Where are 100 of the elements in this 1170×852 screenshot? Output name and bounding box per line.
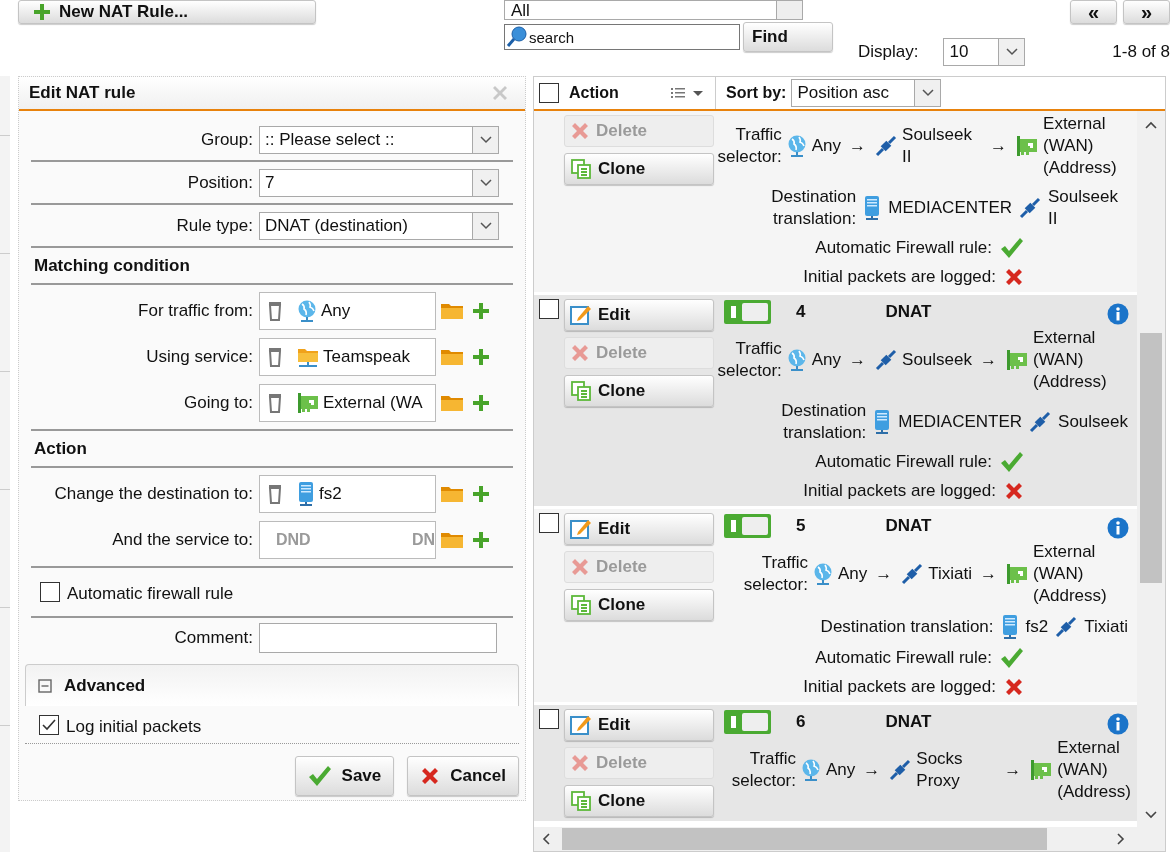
cancel-button[interactable]: Cancel xyxy=(407,756,519,796)
plug-icon xyxy=(1018,196,1042,220)
new-rule-button[interactable]: New NAT Rule... xyxy=(18,0,316,24)
search-icon xyxy=(506,26,528,48)
service-value: Soulseek xyxy=(1058,411,1128,433)
service-value: Tixiati xyxy=(1084,616,1128,638)
globe-icon xyxy=(296,299,318,323)
source-value: Any xyxy=(811,135,842,157)
scroll-down-icon[interactable] xyxy=(1145,811,1157,819)
folder-icon[interactable] xyxy=(440,530,464,550)
arrow-symbol: → xyxy=(863,759,881,781)
trash-icon[interactable] xyxy=(266,392,284,414)
trash-icon[interactable] xyxy=(266,346,284,368)
source-value: Any xyxy=(826,759,856,781)
toggle-switch[interactable] xyxy=(724,710,771,734)
folder-icon[interactable] xyxy=(440,347,464,367)
plus-icon[interactable] xyxy=(472,485,490,503)
cross-icon xyxy=(570,343,590,363)
page-nav-button[interactable]: « xyxy=(1070,0,1117,24)
comment-field[interactable] xyxy=(259,623,497,653)
rule-position: 5 xyxy=(796,515,806,538)
info-icon[interactable] xyxy=(1107,713,1129,735)
network-card-icon xyxy=(1015,134,1040,158)
collapse-icon[interactable] xyxy=(38,678,52,693)
plus-icon[interactable] xyxy=(472,302,490,320)
filter-select[interactable]: All xyxy=(504,0,803,20)
dropdown[interactable]: :: Please select :: xyxy=(259,125,499,154)
host-value: MEDIACENTER xyxy=(888,197,1012,219)
panel-title: Edit NAT rule xyxy=(29,82,136,105)
folder-icon[interactable] xyxy=(440,301,464,321)
dropdown[interactable]: 7 xyxy=(259,168,499,197)
caret-icon xyxy=(479,135,492,144)
info-icon[interactable] xyxy=(1107,303,1129,325)
sort-select[interactable]: Position asc xyxy=(791,79,942,107)
checkbox[interactable] xyxy=(40,582,60,602)
field-label: And the service to: xyxy=(111,529,254,552)
plug-icon xyxy=(1054,615,1079,639)
checkbox-label: Log initial packets xyxy=(66,715,202,738)
scrollbar-thumb[interactable] xyxy=(562,828,1047,850)
clone-button[interactable]: Clone xyxy=(564,375,714,407)
plus-icon[interactable] xyxy=(472,348,490,366)
clone-button[interactable]: Clone xyxy=(564,153,714,185)
clone-button[interactable]: Clone xyxy=(564,589,714,621)
trash-icon[interactable] xyxy=(266,483,284,505)
cross-icon xyxy=(1004,267,1024,287)
destination-value: External (WAN) (Address) xyxy=(1043,113,1118,179)
pager-text: 1-8 of 8 xyxy=(1112,41,1170,64)
find-button[interactable]: Find xyxy=(743,22,833,52)
page-nav-button[interactable]: » xyxy=(1123,0,1170,24)
info-icon[interactable] xyxy=(1107,517,1129,539)
advanced-header[interactable]: Advanced xyxy=(25,664,519,706)
toggle-switch[interactable] xyxy=(724,514,771,538)
field-label: For traffic from: xyxy=(137,300,254,323)
edit-button[interactable]: Edit xyxy=(564,513,714,545)
detail-label: Traffic selector: xyxy=(716,124,782,168)
plus-icon[interactable] xyxy=(472,394,490,412)
folder-icon[interactable] xyxy=(440,393,464,413)
column-label: Action xyxy=(569,83,619,103)
plus-icon[interactable] xyxy=(472,531,490,549)
row-checkbox[interactable] xyxy=(539,513,559,533)
plus-icon xyxy=(33,3,51,21)
clone-button[interactable]: Clone xyxy=(564,785,714,817)
caret-icon xyxy=(921,89,934,97)
scroll-up-icon[interactable] xyxy=(1145,121,1157,129)
arrow-symbol: → xyxy=(980,349,997,371)
drop-field[interactable]: External (WA xyxy=(259,384,436,422)
row-checkbox[interactable] xyxy=(539,709,559,729)
search-field[interactable]: search xyxy=(504,24,740,50)
checkbox[interactable] xyxy=(39,714,59,735)
copy-icon xyxy=(570,790,592,812)
page-size-select[interactable]: 10 xyxy=(943,38,1026,66)
edit-button[interactable]: Edit xyxy=(564,299,714,331)
trash-icon[interactable] xyxy=(266,300,284,322)
row-checkbox[interactable] xyxy=(539,299,559,319)
field-label: Change the destination to: xyxy=(53,483,254,506)
edit-icon xyxy=(570,304,592,326)
plug-icon xyxy=(888,758,913,782)
cross-icon xyxy=(1004,677,1024,697)
checkbox[interactable] xyxy=(539,83,559,103)
toggle-switch[interactable] xyxy=(724,300,771,324)
dropdown[interactable]: DNAT (destination) xyxy=(259,211,499,240)
scroll-left-icon[interactable] xyxy=(542,833,550,845)
drop-field[interactable]: Any xyxy=(259,292,436,330)
edit-button[interactable]: Edit xyxy=(564,709,714,741)
service-value: Tixiati xyxy=(928,563,972,585)
check-icon xyxy=(1000,451,1024,473)
field-label: Position: xyxy=(186,171,254,194)
scroll-right-icon[interactable] xyxy=(1117,833,1125,845)
column-menu-icon[interactable] xyxy=(671,86,705,100)
service-value: Soulseek xyxy=(902,349,972,371)
scrollbar-thumb[interactable] xyxy=(1140,333,1162,583)
network-card-icon xyxy=(296,391,320,415)
detail-label: Traffic selector: xyxy=(742,552,808,596)
drop-field[interactable]: Teamspeak xyxy=(259,338,436,376)
folder-icon[interactable] xyxy=(440,484,464,504)
save-button[interactable]: Save xyxy=(294,756,395,796)
drop-field[interactable]: fs2 xyxy=(259,475,436,513)
detail-label: Destination translation: xyxy=(780,400,867,444)
plug-icon xyxy=(874,348,899,372)
detail-label: Automatic Firewall rule: xyxy=(815,237,992,259)
